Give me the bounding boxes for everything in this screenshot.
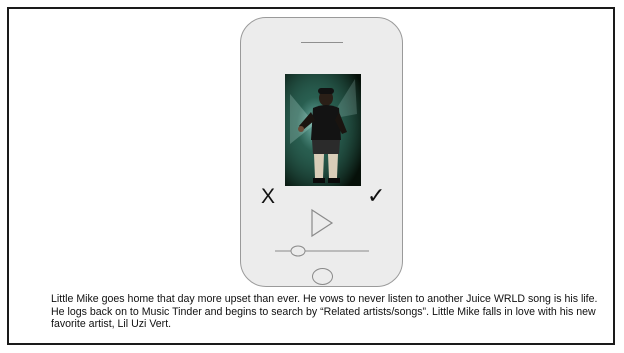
phone-mockup: X ✓ — [240, 17, 403, 287]
home-button[interactable] — [312, 268, 333, 285]
artist-photo — [285, 74, 361, 186]
phone-speaker — [301, 42, 343, 43]
play-icon — [311, 208, 334, 238]
seek-slider[interactable] — [275, 244, 369, 258]
reject-button[interactable]: X — [261, 186, 275, 207]
seek-knob[interactable] — [290, 245, 306, 257]
slide-frame: X ✓ Little Mike goes home that day more … — [7, 7, 615, 345]
story-caption: Little Mike goes home that day more upse… — [51, 293, 598, 331]
accept-button[interactable]: ✓ — [367, 185, 385, 207]
play-button[interactable] — [307, 206, 337, 240]
